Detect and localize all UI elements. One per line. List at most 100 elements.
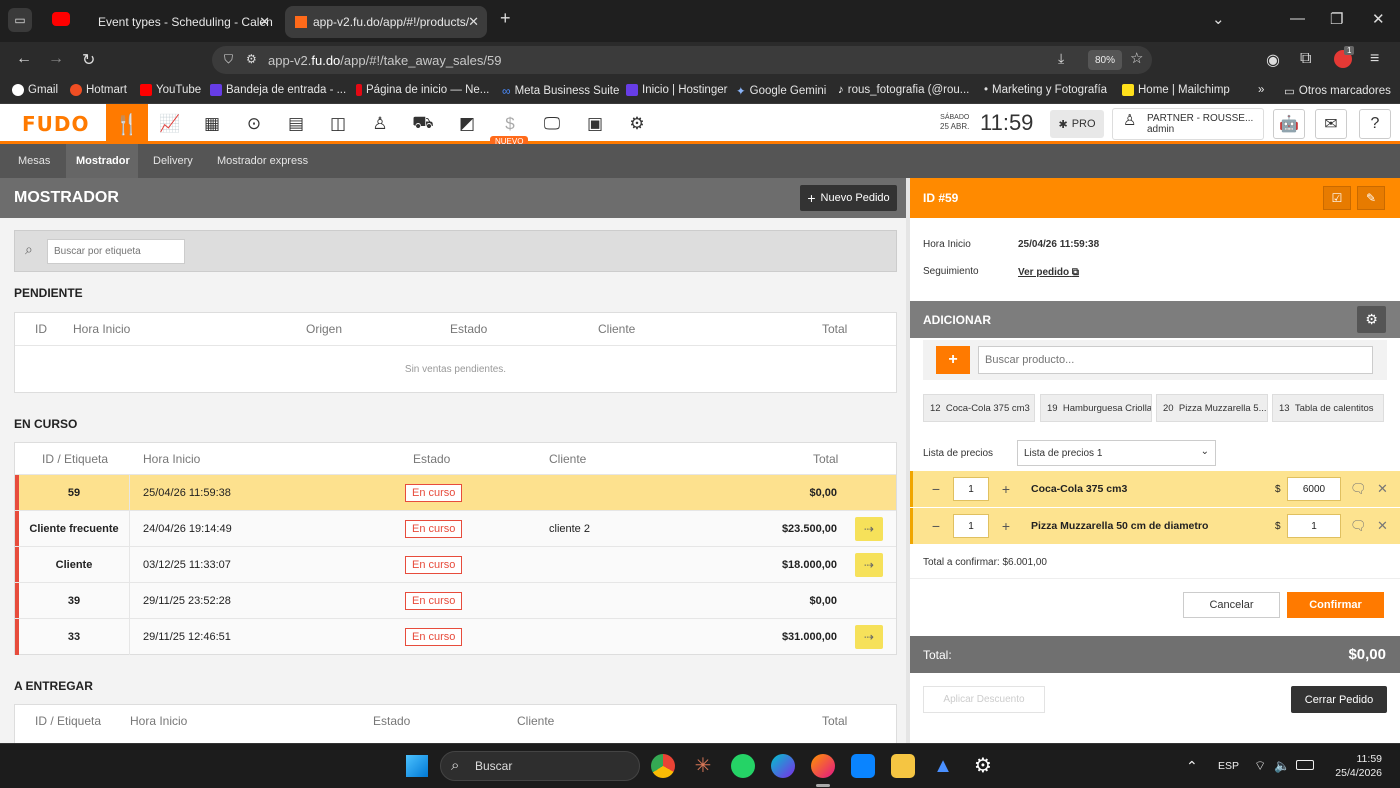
deliver-arrow-button[interactable]: ⇢ bbox=[855, 553, 883, 577]
account-icon[interactable]: ◉ bbox=[1266, 50, 1280, 70]
tag-search-input[interactable] bbox=[47, 239, 185, 264]
table-row[interactable]: 59 25/04/26 11:59:38 En curso $0,00 bbox=[15, 474, 896, 511]
increase-qty-button[interactable]: + bbox=[993, 508, 1019, 544]
help-icon[interactable]: ? bbox=[1359, 109, 1391, 139]
nav-orders-icon[interactable]: 🍴 bbox=[106, 104, 148, 144]
nav-payments-icon[interactable]: $ bbox=[497, 111, 523, 137]
nav-inventory-icon[interactable]: ◫ bbox=[325, 111, 351, 137]
download-icon[interactable]: ⤓ bbox=[1058, 50, 1064, 67]
table-row[interactable]: 39 29/11/25 23:52:28 En curso $0,00 bbox=[15, 582, 896, 619]
bookmark-gemini[interactable]: ✦ Google Gemini bbox=[736, 84, 826, 98]
menu-icon[interactable]: ≡ bbox=[1370, 50, 1379, 68]
volume-icon[interactable]: 🔈 bbox=[1274, 758, 1290, 774]
close-order-button[interactable]: Cerrar Pedido bbox=[1291, 686, 1387, 713]
edit-icon[interactable]: ✎ bbox=[1357, 186, 1385, 210]
tab-mesas[interactable]: Mesas bbox=[8, 144, 60, 178]
nav-monitor-icon[interactable]: 🖵 bbox=[539, 111, 565, 137]
nav-calculator-icon[interactable]: ▦ bbox=[199, 111, 225, 137]
user-menu[interactable]: ♙ PARTNER - ROUSSE... admin bbox=[1112, 108, 1264, 140]
close-window-icon[interactable]: ✕ bbox=[1372, 10, 1385, 28]
claude-icon[interactable]: ✳ bbox=[691, 754, 715, 778]
table-row[interactable]: Cliente frecuente 24/04/26 19:14:49 En c… bbox=[15, 510, 896, 547]
vscode-icon[interactable] bbox=[851, 754, 875, 778]
robot-icon[interactable]: 🤖 bbox=[1273, 109, 1305, 139]
fudo-logo[interactable]: FUDO bbox=[22, 112, 90, 136]
quick-product-hamburguesa[interactable]: 19 Hamburguesa Criolla bbox=[1040, 394, 1152, 422]
nav-receipt-icon[interactable]: ▤ bbox=[283, 111, 309, 137]
reload-icon[interactable]: ↻ bbox=[82, 50, 95, 70]
close-tab-icon[interactable]: ✕ bbox=[468, 14, 479, 30]
item-price-input[interactable]: 6000 bbox=[1287, 477, 1341, 501]
bookmark-gmail[interactable]: Gmail bbox=[12, 84, 58, 96]
cancel-button[interactable]: Cancelar bbox=[1183, 592, 1280, 618]
table-row[interactable]: 33 29/11/25 12:46:51 En curso $31.000,00… bbox=[15, 618, 896, 655]
bookmark-hostinger[interactable]: Inicio | Hostinger bbox=[626, 84, 727, 96]
wifi-icon[interactable]: ⌔ bbox=[1254, 758, 1266, 774]
item-price-input[interactable]: 1 bbox=[1287, 514, 1341, 538]
new-order-button[interactable]: + Nuevo Pedido bbox=[800, 185, 897, 211]
tab-scheduling[interactable]: Event types - Scheduling - Calen ✕ bbox=[82, 6, 278, 38]
tab-actions-icon[interactable]: ▭ bbox=[8, 8, 32, 32]
extensions-icon[interactable]: ⧉ bbox=[1300, 50, 1311, 68]
bookmark-mailchimp[interactable]: Home | Mailchimp bbox=[1122, 84, 1230, 96]
tab-mostrador[interactable]: Mostrador bbox=[66, 144, 138, 178]
tab-mostrador-express[interactable]: Mostrador express bbox=[207, 144, 318, 178]
product-search-input[interactable] bbox=[978, 346, 1373, 374]
bookmark-inbox[interactable]: Bandeja de entrada - ... bbox=[210, 84, 346, 96]
chrome-icon[interactable] bbox=[651, 754, 675, 778]
comment-icon[interactable]: 🗨 bbox=[1350, 471, 1367, 507]
increase-qty-button[interactable]: + bbox=[993, 471, 1019, 507]
tab-list-icon[interactable]: ⌄ bbox=[1212, 10, 1225, 28]
address-bar[interactable]: ⛉ ⚙ app-v2. fu.do/app/#!/take_away_sales/… bbox=[212, 46, 1152, 74]
view-order-link[interactable]: Ver pedido ⧉ bbox=[1018, 267, 1079, 278]
copy-icon[interactable]: ⧉ bbox=[1072, 267, 1079, 278]
back-icon[interactable]: ← bbox=[16, 50, 32, 68]
chatgpt-icon[interactable]: ⚙ bbox=[971, 754, 995, 778]
forward-icon[interactable]: → bbox=[48, 50, 64, 68]
apply-discount-button[interactable]: Aplicar Descuento bbox=[923, 686, 1045, 713]
nav-store-icon[interactable]: ▣ bbox=[582, 111, 608, 137]
nav-reports-icon[interactable]: ◩ bbox=[454, 111, 480, 137]
more-bookmarks-icon[interactable]: » bbox=[1258, 84, 1264, 96]
decrease-qty-button[interactable]: − bbox=[923, 508, 949, 544]
battery-icon[interactable] bbox=[1296, 760, 1314, 770]
nav-settings-icon[interactable]: ⚙ bbox=[624, 111, 650, 137]
price-list-select[interactable]: Lista de precios 1 ⌄ bbox=[1017, 440, 1216, 466]
remove-item-icon[interactable]: ✕ bbox=[1377, 508, 1388, 544]
maximize-icon[interactable]: ❐ bbox=[1330, 10, 1343, 28]
gear-icon[interactable]: ⚙ bbox=[1357, 306, 1386, 333]
minimize-icon[interactable]: — bbox=[1290, 10, 1305, 27]
confirm-button[interactable]: Confirmar bbox=[1287, 592, 1384, 618]
mail-icon[interactable]: ✉ bbox=[1315, 109, 1347, 139]
close-tab-icon[interactable]: ✕ bbox=[259, 14, 270, 30]
comment-icon[interactable]: 🗨 bbox=[1350, 508, 1367, 544]
quick-product-pizza[interactable]: 20 Pizza Muzzarella 5... bbox=[1156, 394, 1268, 422]
start-icon[interactable] bbox=[406, 755, 428, 777]
remove-item-icon[interactable]: ✕ bbox=[1377, 471, 1388, 507]
bookmark-netflix[interactable]: Página de inicio — Ne... bbox=[356, 84, 489, 96]
qty-value[interactable]: 1 bbox=[953, 477, 989, 501]
checklist-icon[interactable]: ☑ bbox=[1323, 186, 1351, 210]
nav-search-money-icon[interactable]: ⊙ bbox=[241, 111, 267, 137]
bookmark-other[interactable]: ▭ Otros marcadores bbox=[1284, 84, 1391, 98]
chevron-up-icon[interactable]: ⌃ bbox=[1186, 758, 1198, 775]
arc-icon[interactable]: ▲ bbox=[931, 754, 955, 778]
tab-fudo[interactable]: app-v2.fu.do/app/#!/products/ ✕ bbox=[285, 6, 487, 38]
star-icon[interactable]: ☆ bbox=[1130, 49, 1143, 67]
bookmark-meta[interactable]: ∞ Meta Business Suite bbox=[502, 84, 619, 98]
youtube-pinned-icon[interactable] bbox=[52, 12, 70, 26]
nav-delivery-icon[interactable]: ⛟ bbox=[410, 111, 436, 137]
qty-value[interactable]: 1 bbox=[953, 514, 989, 538]
table-row[interactable]: Cliente 03/12/25 11:33:07 En curso $18.0… bbox=[15, 546, 896, 583]
quick-product-tabla[interactable]: 13 Tabla de calentitos bbox=[1272, 394, 1384, 422]
quick-product-coca[interactable]: 12 Coca-Cola 375 cm3 bbox=[923, 394, 1035, 422]
nav-stats-icon[interactable]: 📈 bbox=[157, 111, 183, 137]
firefox-icon[interactable] bbox=[811, 754, 835, 778]
bookmark-hotmart[interactable]: Hotmart bbox=[70, 84, 127, 96]
bookmark-youtube[interactable]: YouTube bbox=[140, 84, 201, 96]
tab-delivery[interactable]: Delivery bbox=[143, 144, 203, 178]
pro-button[interactable]: ✱ PRO bbox=[1050, 110, 1104, 138]
canva-icon[interactable] bbox=[771, 754, 795, 778]
site-info-icon[interactable]: ⚙ bbox=[246, 52, 257, 66]
bookmark-tiktok[interactable]: ♪ rous_fotografia (@rou... bbox=[838, 84, 969, 96]
